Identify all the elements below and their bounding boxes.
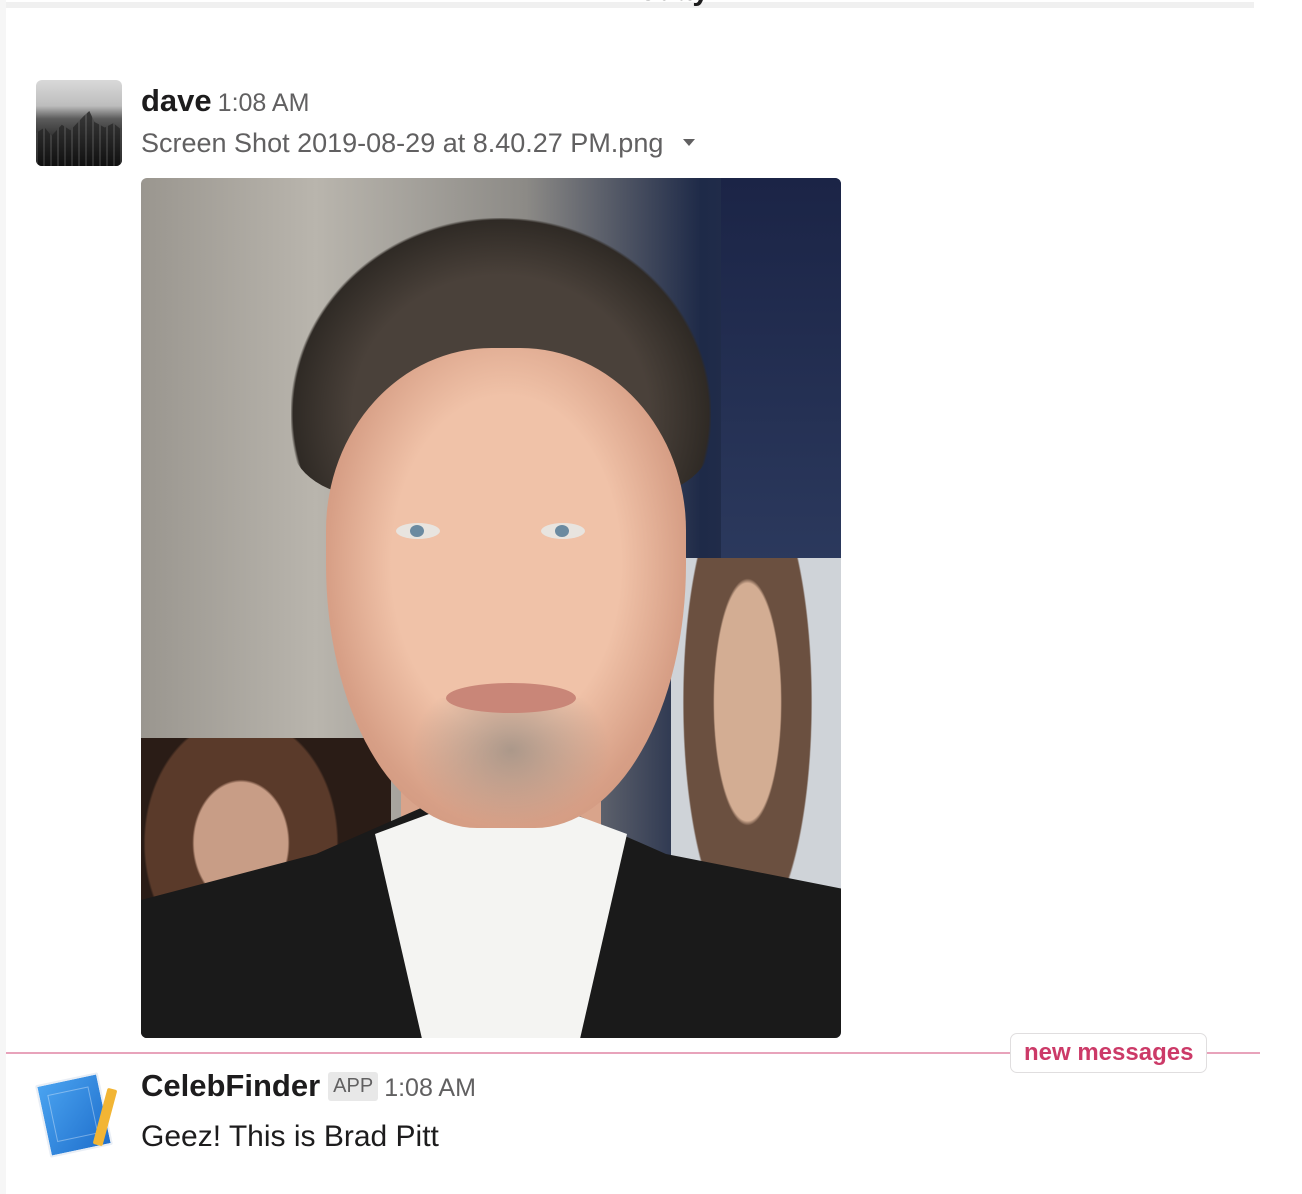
message-timestamp[interactable]: 1:08 AM — [384, 1074, 476, 1102]
book-pencil-icon[interactable] — [35, 1070, 126, 1158]
app-badge: APP — [328, 1072, 379, 1101]
avatar-skyline — [36, 111, 122, 166]
photo-right-eye — [541, 523, 585, 539]
channel-left-border — [0, 0, 6, 1194]
message-text: Geez! This is Brad Pitt — [141, 1120, 439, 1153]
file-title[interactable]: Screen Shot 2019-08-29 at 8.40.27 PM.png — [141, 128, 696, 159]
photo-lips — [446, 683, 576, 713]
message-header: CelebFinder APP 1:08 AM — [141, 1068, 476, 1105]
day-divider: Today — [0, 0, 1302, 24]
file-name[interactable]: Screen Shot 2019-08-29 at 8.40.27 PM.png — [141, 128, 663, 158]
photo-beard — [411, 698, 611, 828]
photo-left-eye — [396, 523, 440, 539]
image-attachment[interactable] — [141, 178, 841, 1038]
photo-background — [721, 178, 841, 578]
avatar-dave[interactable] — [36, 80, 122, 166]
day-divider-label: Today — [623, 0, 709, 8]
sender-name[interactable]: dave — [141, 83, 212, 118]
message-timestamp[interactable]: 1:08 AM — [218, 89, 310, 117]
chevron-down-icon[interactable] — [683, 139, 696, 147]
new-messages-badge[interactable]: new messages — [1010, 1033, 1208, 1073]
message-header: dave 1:08 AM — [141, 83, 309, 119]
sender-name[interactable]: CelebFinder — [141, 1068, 320, 1103]
